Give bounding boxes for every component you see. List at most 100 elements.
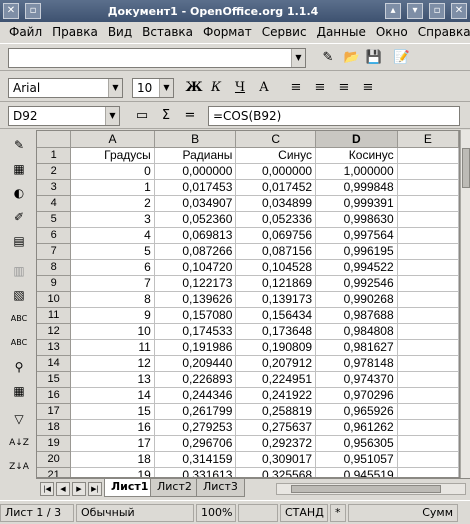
cell[interactable] [397,291,459,308]
row-header[interactable]: 18 [37,419,72,436]
cell[interactable]: 0,999848 [315,179,398,196]
row-header[interactable]: 13 [37,339,72,356]
chevron-down-icon[interactable]: ▼ [108,79,122,97]
row-header[interactable]: 4 [37,195,72,212]
cell[interactable]: 0,069756 [235,227,317,244]
edit-file-icon[interactable]: ✎ [318,48,338,68]
formula-input[interactable]: =COS(B92) [208,106,460,126]
save-icon[interactable]: 💾 [364,48,384,68]
cell[interactable]: 0,945519 [315,467,398,477]
menu-tools[interactable]: Сервис [257,25,312,39]
url-input[interactable]: ▼ [8,48,306,68]
cell[interactable] [397,419,459,436]
cell[interactable]: 0,157080 [154,307,237,324]
cell[interactable]: 0,279253 [154,419,237,436]
cell[interactable]: 4 [70,227,155,244]
row-header[interactable]: 2 [37,163,72,180]
status-mode[interactable]: СТАНД [280,503,328,522]
cell[interactable]: 0,997564 [315,227,398,244]
spreadsheet-grid[interactable]: A B C D E 1 Градусы Радианы Синус Косинус 2 0 0… [36,130,460,478]
row-header[interactable]: 10 [37,291,72,308]
cell[interactable]: 0,292372 [235,435,317,452]
cell[interactable] [397,467,459,477]
cell[interactable]: 0,984808 [315,323,398,340]
status-zoom[interactable]: 100% [196,503,236,522]
row-header[interactable]: 19 [37,435,72,452]
cell[interactable]: 0,034899 [235,195,317,212]
row-header[interactable]: 15 [37,371,72,388]
cell[interactable]: 0,987688 [315,307,398,324]
column-header[interactable]: D [315,131,398,148]
menu-help[interactable]: Справка [413,25,470,39]
cell[interactable]: Радианы [154,147,237,164]
column-header[interactable]: E [397,131,459,148]
cell[interactable]: 0,174533 [154,323,237,340]
scroll-thumb[interactable] [462,148,470,188]
menu-insert[interactable]: Вставка [137,25,198,39]
cell[interactable]: 0,122173 [154,275,237,292]
cell[interactable]: 0,104528 [235,259,317,276]
cell[interactable]: 0,052360 [154,211,237,228]
cell[interactable]: 0,017452 [235,179,317,196]
spellcheck-icon[interactable]: ABC [8,308,30,330]
cell[interactable]: 8 [70,291,155,308]
tab-sheet1[interactable]: Лист1 [104,479,156,497]
menu-format[interactable]: Формат [198,25,257,39]
column-header[interactable]: A [70,131,155,148]
cell[interactable]: 0,209440 [154,355,237,372]
close-icon[interactable]: ✕ [451,3,467,19]
menu-view[interactable]: Вид [103,25,137,39]
scroll-thumb[interactable] [291,485,441,493]
form-controls-icon[interactable]: ▤ [8,230,30,252]
cell[interactable]: Синус [235,147,317,164]
cell[interactable] [397,227,459,244]
cell[interactable]: 0,998630 [315,211,398,228]
cell[interactable]: 2 [70,195,155,212]
menu-window[interactable]: Окно [371,25,413,39]
row-header[interactable]: 16 [37,387,72,404]
cell[interactable]: 0,226893 [154,371,237,388]
underline-button[interactable]: Ч [230,78,250,98]
cell[interactable]: 0,087156 [235,243,317,260]
row-header[interactable]: 12 [37,323,72,340]
cell[interactable]: 15 [70,403,155,420]
cell[interactable]: 11 [70,339,155,356]
row-header[interactable]: 20 [37,451,72,468]
cell[interactable]: 0,190809 [235,339,317,356]
name-box[interactable]: D92 ▼ [8,106,120,126]
cell[interactable]: 0,069813 [154,227,237,244]
cell[interactable]: 0,139626 [154,291,237,308]
autoformat-icon[interactable]: ▧ [8,284,30,306]
cell[interactable]: 0,956305 [315,435,398,452]
cell[interactable]: 0,978148 [315,355,398,372]
row-header[interactable]: 21 [37,467,72,477]
row-header[interactable]: 9 [37,275,72,292]
cell[interactable]: 1,000000 [315,163,398,180]
cell[interactable]: 0,207912 [235,355,317,372]
insert-icon[interactable]: ▦ [8,158,30,180]
cell[interactable]: 0,296706 [154,435,237,452]
menu-data[interactable]: Данные [312,25,371,39]
cell[interactable] [397,163,459,180]
row-header[interactable]: 14 [37,355,72,372]
row-header[interactable]: 17 [37,403,72,420]
cell[interactable]: 0,121869 [235,275,317,292]
chevron-down-icon[interactable]: ▼ [105,107,119,125]
cell[interactable]: 0,314159 [154,451,237,468]
column-header[interactable]: B [154,131,237,148]
cell[interactable]: 0 [70,163,155,180]
cell[interactable]: 0,325568 [235,467,317,477]
last-sheet-icon[interactable]: ▶| [88,482,102,496]
cell[interactable] [397,451,459,468]
row-header[interactable]: 11 [37,307,72,324]
cell[interactable] [397,435,459,452]
horizontal-scrollbar[interactable] [276,483,466,495]
tab-sheet2[interactable]: Лист2 [150,479,199,497]
filter-icon[interactable]: ▽ [8,408,30,430]
cell[interactable]: 0,034907 [154,195,237,212]
open-folder-icon[interactable]: 📂 [342,48,362,68]
cell[interactable]: 0,104720 [154,259,237,276]
cell[interactable]: 3 [70,211,155,228]
cell[interactable] [397,323,459,340]
chevron-down-icon[interactable]: ▼ [159,79,173,97]
